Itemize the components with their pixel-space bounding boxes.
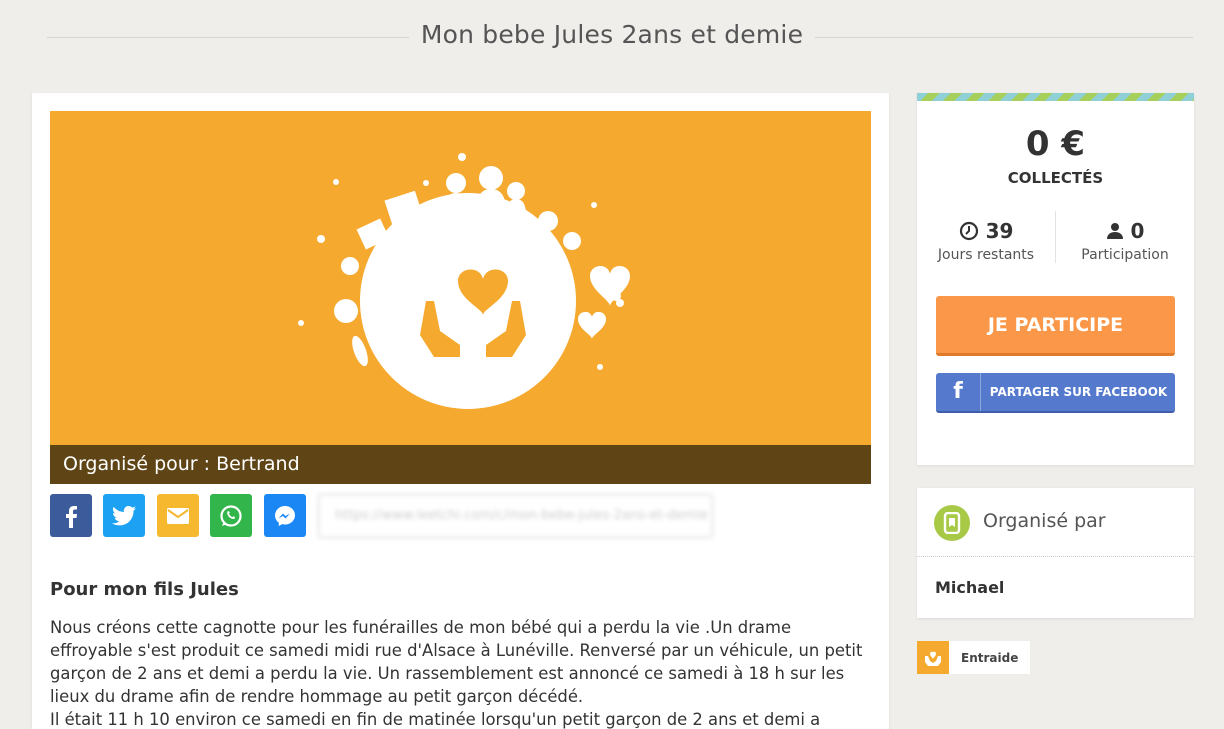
- days-remaining-value: 39: [985, 219, 1014, 243]
- participants-label: Participation: [1081, 247, 1169, 263]
- facebook-share-button[interactable]: [50, 494, 92, 537]
- collected-label: COLLECTÉS: [1007, 169, 1104, 187]
- description-paragraph: Nous créons cette cagnotte pour les funé…: [50, 618, 863, 706]
- campaign-hero-image: Organisé pour : Bertrand: [50, 111, 871, 484]
- header-divider-right: [815, 37, 1193, 38]
- facebook-icon: f: [936, 373, 981, 411]
- campaign-main-card: Organisé pour : Bertrand https://www.lee…: [32, 93, 889, 729]
- description-title: Pour mon fils Jules: [50, 579, 239, 600]
- twitter-icon: [112, 505, 136, 525]
- funding-summary-card: 0 € COLLECTÉS 39 Jours restants 0 Partic…: [917, 93, 1194, 465]
- organized-for-caption: Organisé pour : Bertrand: [50, 445, 871, 484]
- whatsapp-share-button[interactable]: [210, 494, 252, 537]
- whatsapp-icon: [220, 504, 242, 527]
- participants-value: 0: [1130, 219, 1145, 243]
- participants-stat: 0 Participation: [1056, 218, 1194, 263]
- share-facebook-button[interactable]: f PARTAGER SUR FACEBOOK: [936, 373, 1175, 413]
- hands-heart-icon: [917, 641, 949, 674]
- facebook-icon: [66, 505, 77, 528]
- share-facebook-label: PARTAGER SUR FACEBOOK: [989, 385, 1168, 399]
- days-remaining-stat: 39 Jours restants: [917, 218, 1055, 263]
- page-header: Mon bebe Jules 2ans et demie: [0, 0, 1224, 76]
- organizer-card: Organisé par Michael: [917, 488, 1194, 618]
- share-link-field[interactable]: https://www.leetchi.com/c/mon-bebe-jules…: [318, 494, 713, 538]
- category-tag[interactable]: Entraide: [917, 641, 1031, 674]
- messenger-share-button[interactable]: [264, 494, 306, 537]
- charity-globe-illustration: [298, 153, 630, 409]
- messenger-icon: [275, 505, 295, 526]
- participate-button[interactable]: JE PARTICIPE: [936, 296, 1175, 356]
- envelope-icon: [167, 507, 189, 524]
- page-title: Mon bebe Jules 2ans et demie: [420, 20, 804, 49]
- organizer-divider: [917, 556, 1194, 557]
- category-label: Entraide: [961, 650, 1019, 665]
- email-share-button[interactable]: [157, 494, 199, 537]
- clock-icon: [959, 221, 978, 241]
- organizer-name[interactable]: Michael: [935, 578, 1004, 597]
- header-divider-left: [47, 37, 409, 38]
- days-remaining-label: Jours restants: [937, 247, 1035, 263]
- user-icon: [1106, 223, 1123, 239]
- collected-amount: 0 €: [1025, 124, 1086, 164]
- twitter-share-button[interactable]: [103, 494, 145, 537]
- organizer-badge-icon: [934, 505, 970, 541]
- description-body: Nous créons cette cagnotte pour les funé…: [50, 616, 872, 729]
- organizer-title: Organisé par: [983, 510, 1106, 532]
- description-paragraph: Il était 11 h 10 environ ce samedi en fi…: [50, 710, 821, 729]
- decorative-stripe: [917, 93, 1194, 101]
